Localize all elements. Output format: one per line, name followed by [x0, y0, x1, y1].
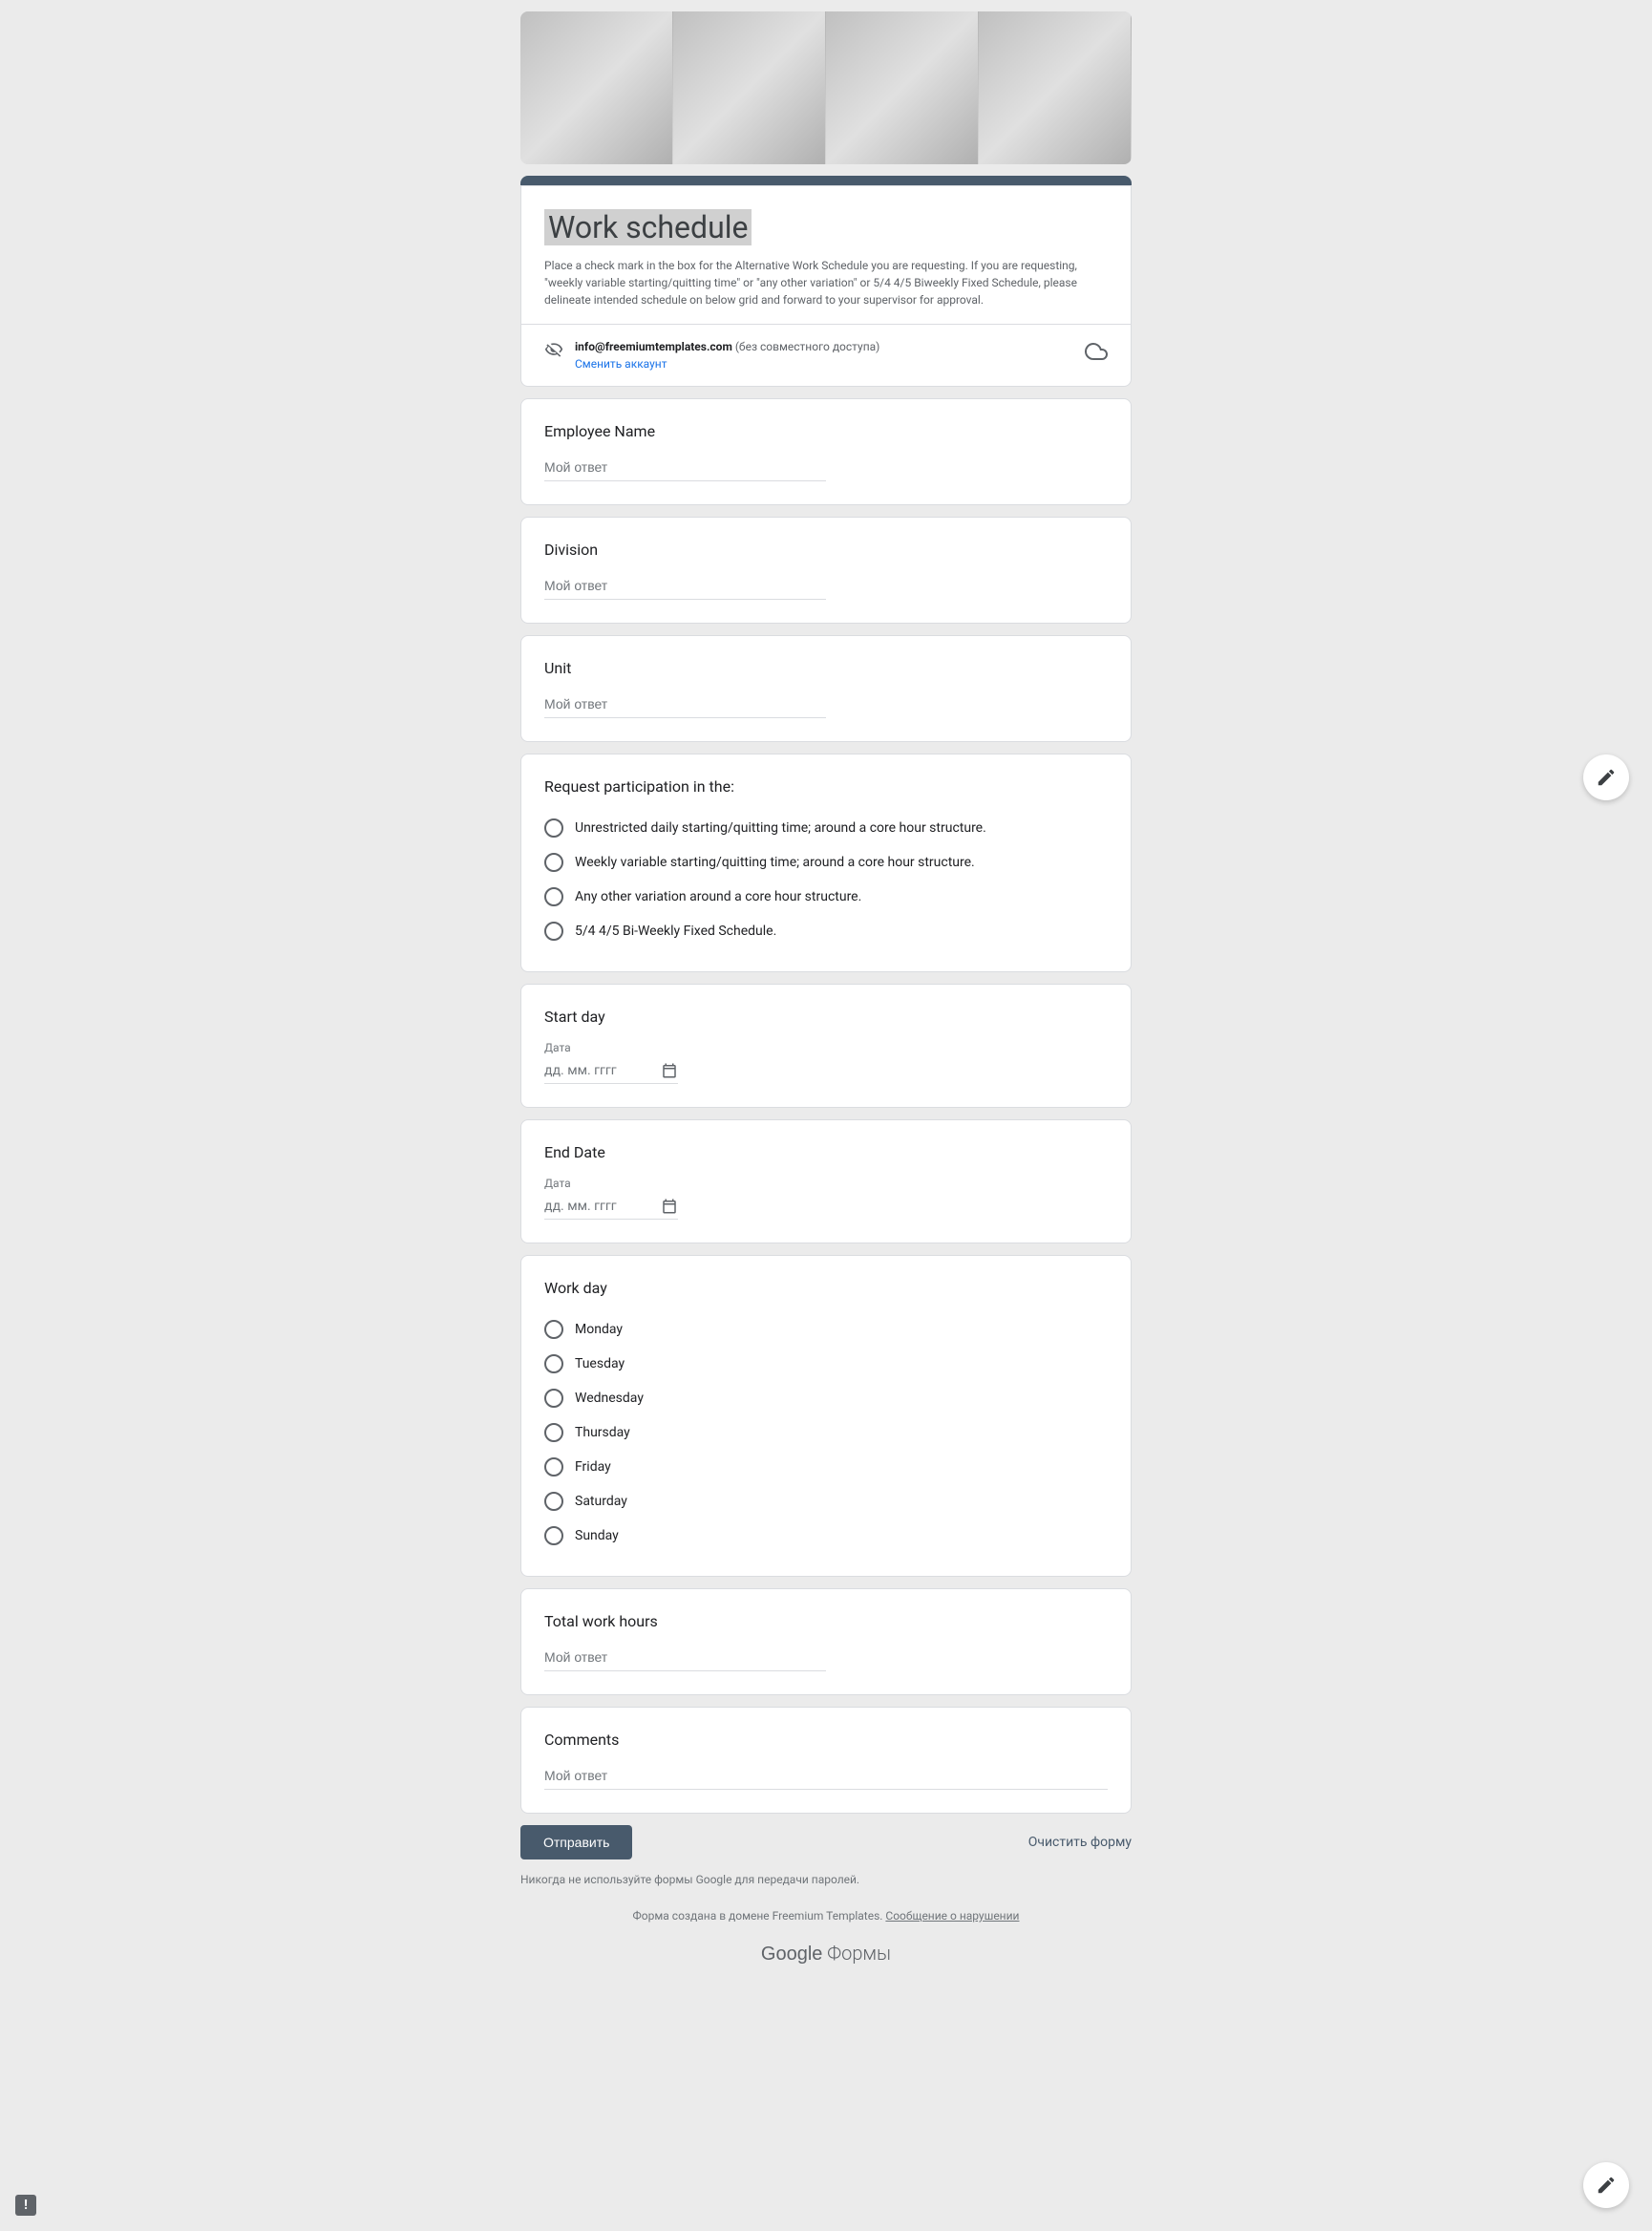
clear-form-link[interactable]: Очистить форму: [1028, 1835, 1132, 1850]
shared-note: (без совместного доступа): [735, 340, 880, 353]
date-placeholder: дд. мм. гггг: [544, 1063, 653, 1078]
workday-option[interactable]: Tuesday: [544, 1347, 1108, 1381]
account-row: info@freemiumtemplates.com (без совместн…: [521, 324, 1131, 386]
start-day-date-input[interactable]: дд. мм. гггг: [544, 1062, 678, 1084]
question-end-date: End Date Дата дд. мм. гггг: [520, 1119, 1132, 1243]
domain-attribution: Форма создана в домене Freemium Template…: [520, 1909, 1132, 1923]
date-sublabel: Дата: [544, 1041, 1108, 1054]
radio-label: 5/4 4/5 Bi-Weekly Fixed Schedule.: [575, 924, 776, 939]
question-title: Employee Name: [544, 422, 1108, 440]
form-banner-image: [520, 11, 1132, 164]
employee-name-input[interactable]: [544, 456, 826, 481]
radio-label: Any other variation around a core hour s…: [575, 889, 861, 904]
account-email: info@freemiumtemplates.com: [575, 340, 732, 353]
header-card: Work schedule Place a check mark in the …: [520, 185, 1132, 387]
google-forms-logo[interactable]: Google Формы: [520, 1942, 1132, 1965]
division-input[interactable]: [544, 574, 826, 600]
radio-label: Tuesday: [575, 1356, 625, 1371]
request-option[interactable]: Weekly variable starting/quitting time; …: [544, 845, 1108, 880]
calendar-icon: [661, 1198, 678, 1215]
unit-input[interactable]: [544, 692, 826, 718]
date-sublabel: Дата: [544, 1177, 1108, 1190]
question-title: Unit: [544, 659, 1108, 677]
question-title: Division: [544, 541, 1108, 559]
request-option[interactable]: Any other variation around a core hour s…: [544, 880, 1108, 914]
password-disclaimer: Никогда не используйте формы Google для …: [520, 1873, 1132, 1886]
question-work-day: Work day Monday Tuesday Wednesday Thursday F…: [520, 1255, 1132, 1577]
footer-actions: Отправить Очистить форму: [520, 1825, 1132, 1859]
workday-option[interactable]: Sunday: [544, 1519, 1108, 1553]
workday-option[interactable]: Friday: [544, 1450, 1108, 1484]
workday-option[interactable]: Saturday: [544, 1484, 1108, 1519]
radio-icon[interactable]: [544, 922, 563, 941]
radio-label: Weekly variable starting/quitting time; …: [575, 855, 975, 870]
comments-input[interactable]: [544, 1764, 1108, 1790]
radio-label: Saturday: [575, 1494, 627, 1509]
report-problem-chip[interactable]: !: [15, 2195, 36, 2216]
radio-icon[interactable]: [544, 1423, 563, 1442]
edit-form-fab[interactable]: [1583, 754, 1629, 800]
not-shared-icon: [544, 340, 563, 359]
question-title: Request participation in the:: [544, 777, 1108, 796]
radio-icon[interactable]: [544, 1457, 563, 1477]
radio-label: Thursday: [575, 1425, 630, 1440]
workday-option[interactable]: Thursday: [544, 1415, 1108, 1450]
question-request-participation: Request participation in the: Unrestrict…: [520, 754, 1132, 972]
cloud-save-icon: [1085, 340, 1108, 363]
radio-label: Sunday: [575, 1528, 619, 1543]
radio-icon[interactable]: [544, 853, 563, 872]
question-division: Division: [520, 517, 1132, 624]
radio-icon[interactable]: [544, 1389, 563, 1408]
radio-icon[interactable]: [544, 1526, 563, 1545]
question-total-hours: Total work hours: [520, 1588, 1132, 1695]
workday-option[interactable]: Monday: [544, 1312, 1108, 1347]
submit-button[interactable]: Отправить: [520, 1825, 632, 1859]
radio-label: Friday: [575, 1459, 611, 1475]
radio-label: Unrestricted daily starting/quitting tim…: [575, 820, 986, 836]
form-title: Work schedule: [544, 209, 752, 245]
request-option[interactable]: 5/4 4/5 Bi-Weekly Fixed Schedule.: [544, 914, 1108, 948]
question-employee-name: Employee Name: [520, 398, 1132, 505]
radio-icon[interactable]: [544, 818, 563, 838]
report-abuse-link[interactable]: Сообщение о нарушении: [885, 1909, 1019, 1923]
radio-icon[interactable]: [544, 1492, 563, 1511]
question-title: Start day: [544, 1008, 1108, 1026]
question-title: Work day: [544, 1279, 1108, 1297]
radio-label: Wednesday: [575, 1391, 644, 1406]
question-title: End Date: [544, 1143, 1108, 1161]
radio-icon[interactable]: [544, 1320, 563, 1339]
question-comments: Comments: [520, 1707, 1132, 1814]
question-unit: Unit: [520, 635, 1132, 742]
calendar-icon: [661, 1062, 678, 1079]
radio-icon[interactable]: [544, 887, 563, 906]
switch-account-link[interactable]: Сменить аккаунт: [575, 357, 1073, 371]
accent-bar: [520, 176, 1132, 185]
date-placeholder: дд. мм. гггг: [544, 1199, 653, 1214]
form-description: Place a check mark in the box for the Al…: [544, 257, 1108, 308]
total-hours-input[interactable]: [544, 1646, 826, 1671]
question-start-day: Start day Дата дд. мм. гггг: [520, 984, 1132, 1108]
request-option[interactable]: Unrestricted daily starting/quitting tim…: [544, 811, 1108, 845]
end-date-date-input[interactable]: дд. мм. гггг: [544, 1198, 678, 1220]
radio-label: Monday: [575, 1322, 623, 1337]
question-title: Total work hours: [544, 1612, 1108, 1630]
radio-icon[interactable]: [544, 1354, 563, 1373]
edit-form-fab-bottom[interactable]: [1583, 2162, 1629, 2208]
workday-option[interactable]: Wednesday: [544, 1381, 1108, 1415]
question-title: Comments: [544, 1731, 1108, 1749]
